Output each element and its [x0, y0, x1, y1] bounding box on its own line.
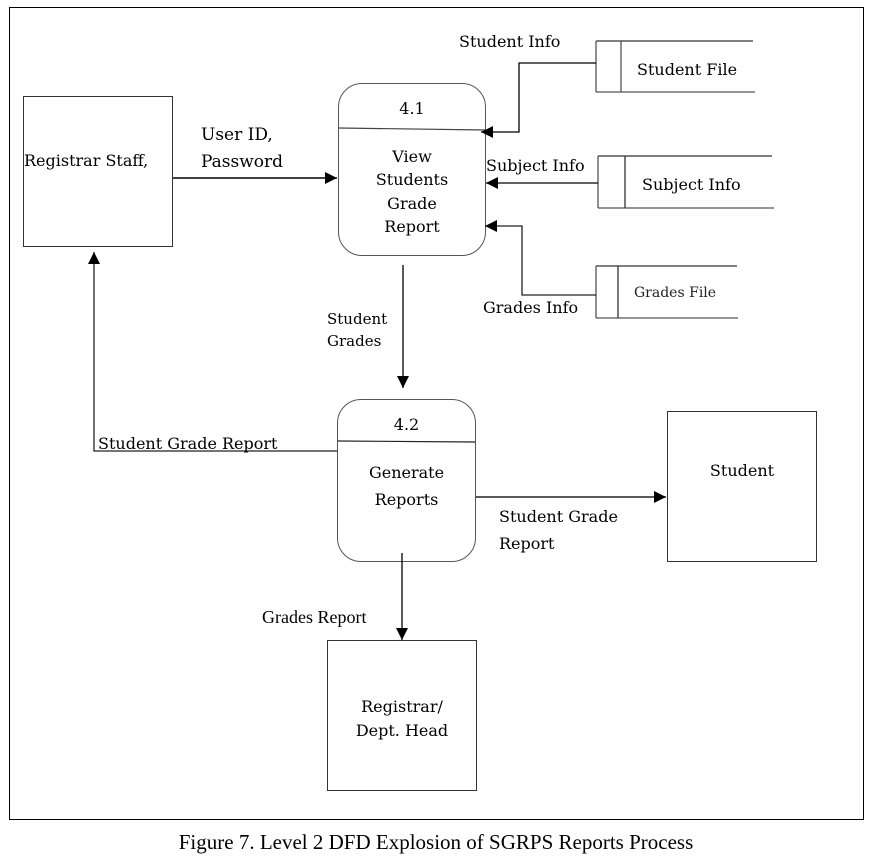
flow-student-grades-label-2: Grades [327, 332, 382, 350]
flow-grades-info [485, 220, 596, 296]
flow-student-info-label: Student Info [459, 32, 561, 51]
flow-user-id-label-2: Password [201, 152, 284, 172]
flow-student-grade-report-right-label-1: Student Grade [499, 507, 618, 526]
flow-student-grade-report-left-label: Student Grade Report [98, 434, 278, 453]
flow-student-grade-report-right-label-2: Report [499, 534, 555, 553]
flow-subject-info-label: Subject Info [486, 156, 585, 175]
flow-grades-info-label: Grades Info [483, 298, 579, 317]
flow-user-id-label-1: User ID, [201, 125, 273, 145]
datastore-student-file-label: Student File [637, 60, 738, 79]
flow-student-info [481, 62, 596, 138]
flow-student-grades-label-1: Student [327, 310, 388, 328]
process-4-1-divider [338, 127, 486, 131]
flow-grades-report-label: Grades Report [262, 607, 367, 627]
datastore-subject-info-label: Subject Info [642, 175, 741, 194]
flow-student-grade-report-left [88, 252, 337, 452]
process-4-2-divider [337, 440, 476, 443]
datastore-grades-file-label: Grades File [634, 285, 717, 301]
figure-caption: Figure 7. Level 2 DFD Explosion of SGRPS… [178, 830, 694, 854]
